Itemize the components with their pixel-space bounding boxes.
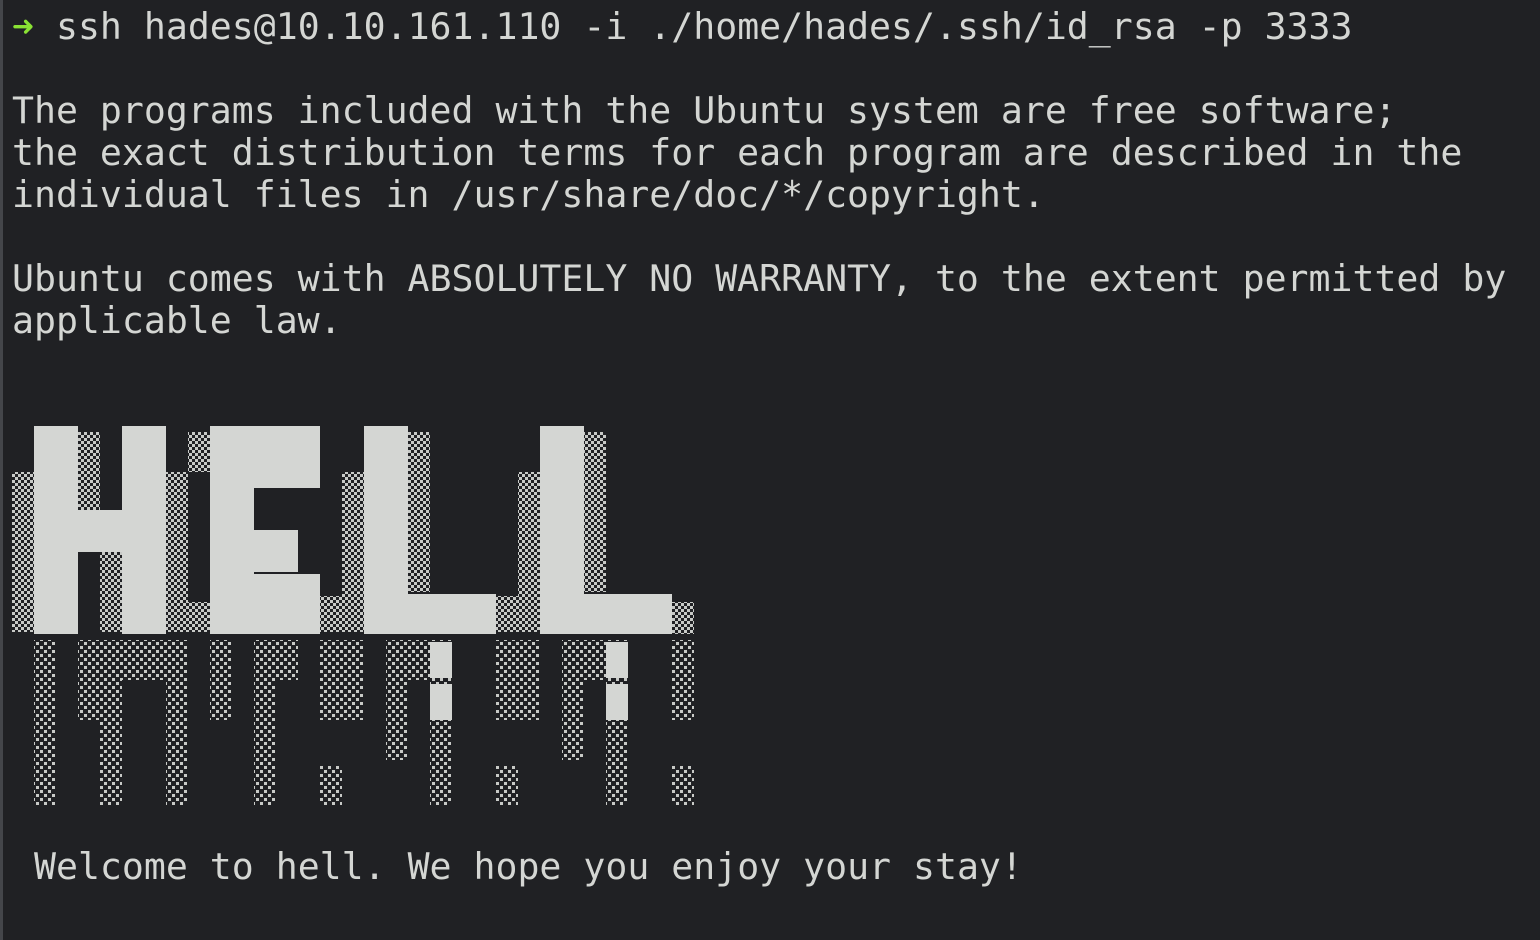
prompt-arrow-icon: ➜ xyxy=(12,5,34,48)
terminal-window[interactable]: ➜ ssh hades@10.10.161.110 -i ./home/hade… xyxy=(0,0,1540,940)
hell-banner-drawing xyxy=(12,426,694,806)
command-line: ➜ ssh hades@10.10.161.110 -i ./home/hade… xyxy=(12,6,1353,48)
motd-line-2: the exact distribution terms for each pr… xyxy=(12,131,1463,174)
window-border xyxy=(0,0,3,940)
warranty-line-2: applicable law. xyxy=(12,299,342,342)
warranty-line-1: Ubuntu comes with ABSOLUTELY NO WARRANTY… xyxy=(12,257,1507,300)
hell-banner-ascii-art xyxy=(12,426,702,808)
banner-drips xyxy=(34,640,694,806)
motd-line-1: The programs included with the Ubuntu sy… xyxy=(12,89,1397,132)
welcome-message: Welcome to hell. We hope you enjoy your … xyxy=(34,845,1023,888)
ssh-command: ssh hades@10.10.161.110 -i ./home/hades/… xyxy=(55,5,1353,48)
motd-line-3: individual files in /usr/share/doc/*/cop… xyxy=(12,173,1045,216)
